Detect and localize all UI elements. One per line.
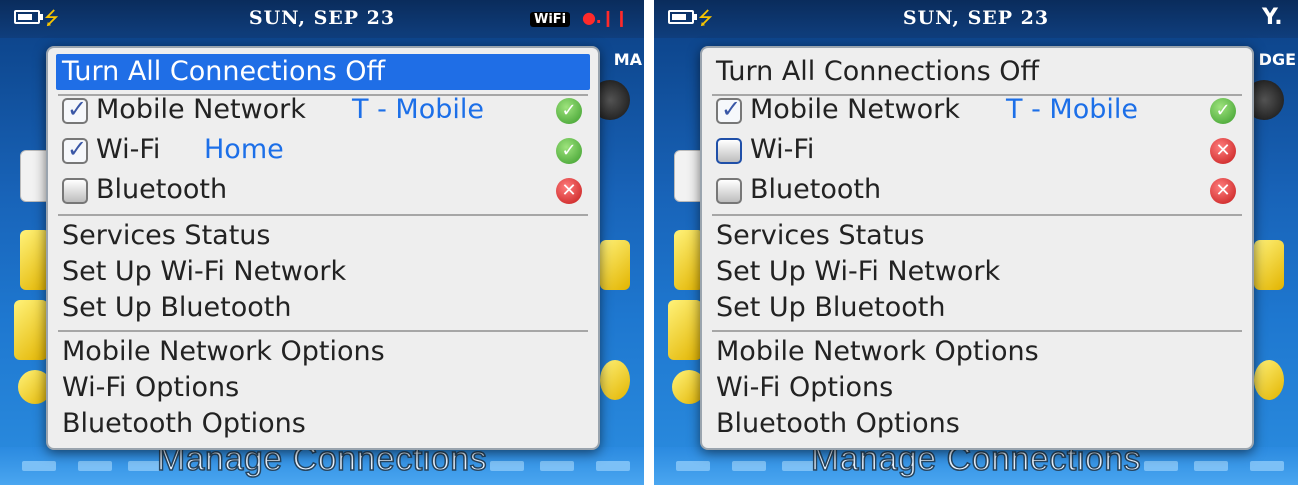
connection-label: Bluetooth bbox=[750, 174, 882, 205]
checkmark-icon: ✓ bbox=[67, 95, 88, 123]
background-app-icon bbox=[1254, 360, 1284, 400]
menu-item-label: Services Status bbox=[716, 220, 925, 251]
menu-item-label: Services Status bbox=[62, 220, 271, 251]
menu-item-label: Turn All Connections Off bbox=[62, 56, 386, 87]
services-status-item[interactable]: Services Status bbox=[710, 218, 1244, 254]
background-app-icon bbox=[600, 240, 630, 290]
menu-item-label: Bluetooth Options bbox=[62, 408, 306, 439]
menu-item-label: Set Up Bluetooth bbox=[716, 292, 946, 323]
bluetooth-options-item[interactable]: Bluetooth Options bbox=[56, 406, 590, 442]
network-type-label: DGE bbox=[1258, 50, 1296, 69]
connection-mobile-network[interactable]: ✓ Mobile Network T - Mobile ✓ bbox=[56, 92, 590, 128]
green-check-icon: ✓ bbox=[556, 138, 582, 164]
mobile-network-options-item[interactable]: Mobile Network Options bbox=[56, 334, 590, 370]
network-type-label: MA bbox=[613, 50, 642, 69]
menu-item-label: Wi-Fi Options bbox=[62, 372, 240, 403]
status-bar: ⭍ SUN, SEP 23 Y. bbox=[654, 0, 1298, 38]
wifi-status-icon: WiFi bbox=[530, 12, 571, 27]
connection-bluetooth[interactable]: Bluetooth ✕ bbox=[56, 172, 590, 208]
signal-icon: Y. bbox=[1262, 5, 1283, 30]
set-up-wifi-item[interactable]: Set Up Wi-Fi Network bbox=[56, 254, 590, 290]
turn-all-connections-off-item[interactable]: Turn All Connections Off bbox=[710, 54, 1244, 90]
screen-left: ⭍ SUN, SEP 23 WiFi ●․❙❙ MA Manage Connec… bbox=[0, 0, 644, 485]
turn-all-connections-off-item[interactable]: Turn All Connections Off bbox=[56, 54, 590, 90]
menu-item-label: Turn All Connections Off bbox=[716, 56, 1040, 87]
wifi-options-item[interactable]: Wi-Fi Options bbox=[56, 370, 590, 406]
menu-divider bbox=[58, 330, 588, 332]
connections-menu: Turn All Connections Off ✓ Mobile Networ… bbox=[46, 46, 600, 450]
wifi-checkbox[interactable] bbox=[716, 138, 742, 164]
status-date: SUN, SEP 23 bbox=[902, 7, 1050, 29]
mobile-network-checkbox[interactable]: ✓ bbox=[62, 95, 88, 124]
connection-label: Wi-Fi bbox=[750, 134, 815, 165]
background-app-icon bbox=[14, 300, 48, 360]
background-app-icon bbox=[1254, 240, 1284, 290]
status-bar: ⭍ SUN, SEP 23 WiFi ●․❙❙ bbox=[0, 0, 644, 38]
menu-divider bbox=[712, 214, 1242, 216]
checkmark-icon: ✓ bbox=[67, 135, 88, 163]
signal-off-icon: ●․❙❙ bbox=[582, 8, 629, 27]
background-app-icon bbox=[600, 360, 630, 400]
red-x-icon: ✕ bbox=[556, 178, 582, 204]
connection-mobile-network[interactable]: ✓ Mobile Network T - Mobile ✓ bbox=[710, 92, 1244, 128]
connection-wifi[interactable]: ✓ Wi-Fi Home ✓ bbox=[56, 132, 590, 168]
green-check-icon: ✓ bbox=[1210, 98, 1236, 124]
menu-divider bbox=[58, 214, 588, 216]
menu-divider bbox=[712, 330, 1242, 332]
connection-value: Home bbox=[204, 134, 284, 165]
menu-item-label: Mobile Network Options bbox=[716, 336, 1039, 367]
wifi-checkbox[interactable]: ✓ bbox=[62, 135, 88, 164]
menu-item-label: Wi-Fi Options bbox=[716, 372, 894, 403]
green-check-icon: ✓ bbox=[556, 98, 582, 124]
menu-item-label: Mobile Network Options bbox=[62, 336, 385, 367]
connection-bluetooth[interactable]: Bluetooth ✕ bbox=[710, 172, 1244, 208]
red-x-icon: ✕ bbox=[1210, 178, 1236, 204]
set-up-wifi-item[interactable]: Set Up Wi-Fi Network bbox=[710, 254, 1244, 290]
menu-item-label: Set Up Wi-Fi Network bbox=[62, 256, 347, 287]
connection-label: Bluetooth bbox=[96, 174, 228, 205]
mobile-network-options-item[interactable]: Mobile Network Options bbox=[710, 334, 1244, 370]
red-x-icon: ✕ bbox=[1210, 138, 1236, 164]
connection-value: T - Mobile bbox=[352, 94, 484, 125]
connection-label: Mobile Network bbox=[96, 94, 306, 125]
connections-menu: Turn All Connections Off ✓ Mobile Networ… bbox=[700, 46, 1254, 450]
set-up-bluetooth-item[interactable]: Set Up Bluetooth bbox=[710, 290, 1244, 326]
screen-right: ⭍ SUN, SEP 23 Y. DGE Manage Connections … bbox=[654, 0, 1298, 485]
set-up-bluetooth-item[interactable]: Set Up Bluetooth bbox=[56, 290, 590, 326]
connection-label: Mobile Network bbox=[750, 94, 960, 125]
bluetooth-options-item[interactable]: Bluetooth Options bbox=[710, 406, 1244, 442]
connection-label: Wi-Fi bbox=[96, 134, 161, 165]
background-app-icon bbox=[668, 300, 702, 360]
services-status-item[interactable]: Services Status bbox=[56, 218, 590, 254]
connection-wifi[interactable]: Wi-Fi ✕ bbox=[710, 132, 1244, 168]
menu-item-label: Set Up Wi-Fi Network bbox=[716, 256, 1001, 287]
menu-item-label: Bluetooth Options bbox=[716, 408, 960, 439]
connection-value: T - Mobile bbox=[1006, 94, 1138, 125]
wifi-options-item[interactable]: Wi-Fi Options bbox=[710, 370, 1244, 406]
mobile-network-checkbox[interactable]: ✓ bbox=[716, 95, 742, 124]
checkmark-icon: ✓ bbox=[721, 95, 742, 123]
bluetooth-checkbox[interactable] bbox=[62, 178, 88, 204]
bluetooth-checkbox[interactable] bbox=[716, 178, 742, 204]
menu-item-label: Set Up Bluetooth bbox=[62, 292, 292, 323]
